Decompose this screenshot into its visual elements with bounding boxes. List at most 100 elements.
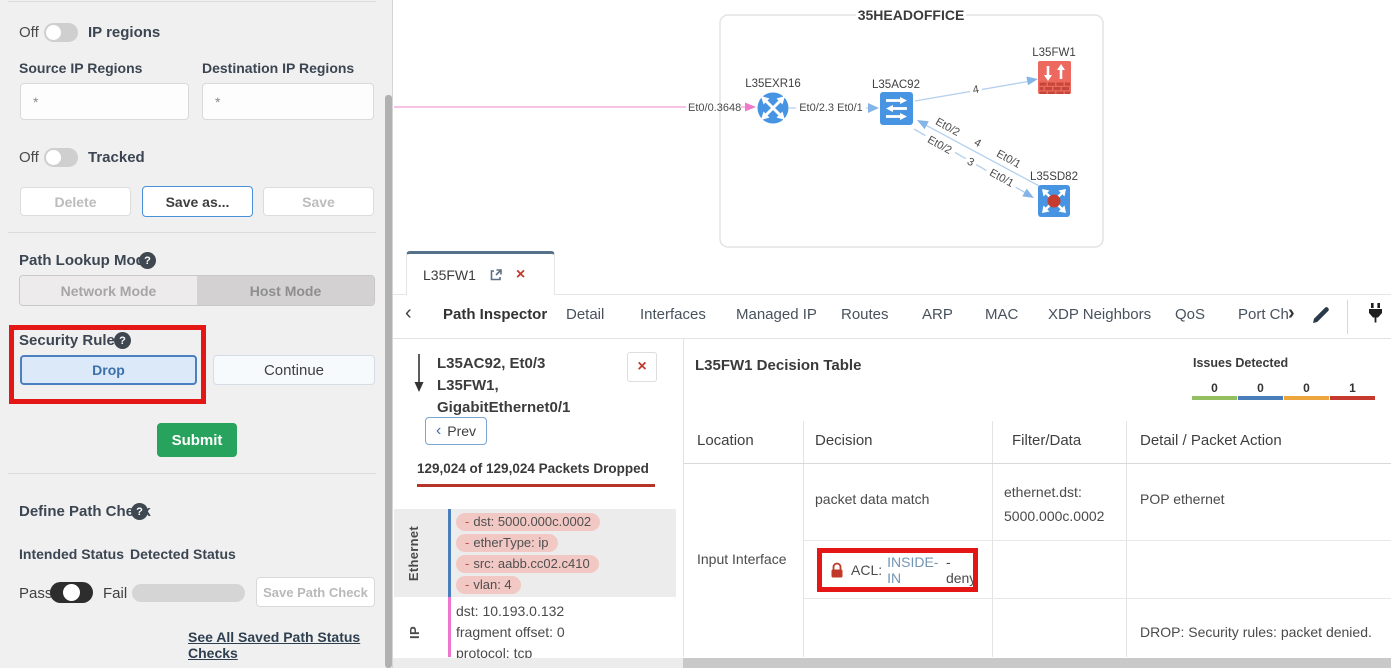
sidebar-divider-2 (8, 473, 376, 474)
header-bottom-border (684, 463, 1391, 464)
tab-interfaces[interactable]: Interfaces (640, 306, 706, 323)
submit-button[interactable]: Submit (157, 423, 237, 457)
security-rules-help-icon[interactable]: ? (114, 332, 131, 349)
host-mode-button[interactable]: Host Mode (197, 276, 374, 305)
intended-status-label: Intended Status (19, 546, 124, 562)
diff-marker: - (465, 535, 469, 550)
define-path-check-help-icon[interactable]: ? (131, 503, 148, 520)
acl-decision-cell: ACL: INSIDE-IN - deny (817, 548, 978, 592)
issue-bar-red (1330, 396, 1375, 400)
ip-regions-label: IP regions (88, 24, 160, 41)
pass-label: Pass (19, 585, 52, 602)
diff-marker: - (465, 556, 469, 571)
sidebar-scrollbar[interactable] (385, 95, 392, 668)
continue-button[interactable]: Continue (213, 355, 375, 385)
dest-ip-input[interactable] (202, 83, 374, 120)
tab-xdp-neighbors[interactable]: XDP Neighbors (1048, 306, 1151, 323)
device-firewall-icon[interactable] (1038, 61, 1071, 94)
tabs-scroll-left-icon[interactable]: ‹ (405, 302, 412, 325)
tab-detail[interactable]: Detail (566, 306, 604, 323)
ip-regions-toggle-state: Off (19, 24, 39, 41)
issues-detected-label: Issues Detected (1193, 356, 1288, 370)
col-divider-2 (992, 421, 993, 657)
tab-path-inspector[interactable]: Path Inspector (443, 306, 547, 323)
ethernet-field-dst: dst: 5000.000c.0002 (473, 514, 591, 529)
pass-fail-toggle[interactable] (50, 582, 93, 603)
detected-status-pill (132, 584, 245, 602)
device-tab[interactable]: L35FW1 × (406, 251, 555, 295)
prev-label: Prev (447, 423, 476, 439)
detected-status-label: Detected Status (130, 546, 236, 562)
device-tab-close-icon[interactable]: × (516, 268, 525, 282)
topology-canvas: 35HEADOFFICE Et0/0.3648 Et0/2.3 Et0/1 4 … (393, 0, 1391, 252)
column-header-filter: Filter/Data (1012, 432, 1081, 449)
tab-arp[interactable]: ARP (922, 306, 953, 323)
source-ip-input[interactable] (20, 83, 189, 120)
drop-button[interactable]: Drop (20, 355, 197, 385)
ethernet-section-label: Ethernet (407, 525, 422, 580)
tracked-label: Tracked (88, 149, 145, 166)
external-link-icon[interactable] (489, 268, 503, 282)
tracked-toggle[interactable] (44, 148, 78, 167)
tab-qos[interactable]: QoS (1175, 306, 1205, 323)
acl-prefix: ACL: (851, 562, 882, 578)
location-cell: Input Interface (697, 551, 787, 567)
save-path-check-button[interactable]: Save Path Check (256, 577, 375, 607)
save-as-button[interactable]: Save as... (142, 186, 253, 217)
issue-count-blue: 0 (1238, 381, 1283, 395)
connector-plug-icon[interactable] (1366, 303, 1386, 332)
ip-regions-toggle[interactable] (44, 23, 78, 42)
ip-field-dst: dst: 10.193.0.132 (456, 601, 565, 622)
device-sd-icon[interactable] (1038, 185, 1070, 217)
tab-mac[interactable]: MAC (985, 306, 1018, 323)
issue-bar-blue (1238, 396, 1283, 400)
ip-section-label: IP (406, 626, 421, 639)
diff-marker: - (465, 577, 469, 592)
path-lookup-help-icon[interactable]: ? (139, 252, 156, 269)
delete-button[interactable]: Delete (20, 187, 131, 216)
saved-path-checks-link[interactable]: See All Saved Path Status Checks (188, 629, 392, 661)
edit-tabs-pencil-icon[interactable] (1310, 304, 1332, 331)
device-router-icon[interactable] (758, 93, 789, 124)
issue-count-red: 1 (1330, 381, 1375, 395)
prev-chevron-icon: ‹ (436, 424, 441, 438)
row-divider-2 (804, 598, 1391, 599)
tabs-scroll-right-icon[interactable]: › (1288, 302, 1295, 325)
row-divider-1 (804, 540, 1391, 541)
ethernet-fields: -dst: 5000.000c.0002 -etherType: ip -src… (456, 513, 600, 597)
ethernet-section-bar (448, 509, 451, 597)
network-mode-button[interactable]: Network Mode (20, 276, 197, 305)
prev-button[interactable]: ‹ Prev (425, 417, 487, 445)
column-header-location: Location (697, 432, 754, 449)
path-lookup-segmented: Network Mode Host Mode (19, 275, 375, 306)
issue-bar-green (1192, 396, 1237, 400)
diff-marker: - (465, 514, 469, 529)
ip-fields: dst: 10.193.0.132 fragment offset: 0 pro… (456, 601, 565, 664)
detail-cell-1: POP ethernet (1140, 491, 1225, 507)
column-header-detail: Detail / Packet Action (1140, 432, 1282, 449)
ip-section-label-wrap: IP (394, 607, 434, 657)
device-switch-label[interactable]: L35AC92 (872, 79, 920, 91)
site-title: 35HEADOFFICE (858, 7, 965, 23)
hop-close-button[interactable]: × (627, 352, 657, 382)
acl-link[interactable]: INSIDE-IN (887, 554, 941, 586)
device-switch-icon[interactable] (880, 92, 913, 125)
save-button[interactable]: Save (263, 187, 374, 216)
tab-managed-ip[interactable]: Managed IP (736, 306, 817, 323)
device-router-label[interactable]: L35EXR16 (745, 78, 801, 90)
device-sd-label[interactable]: L35SD82 (1030, 171, 1078, 183)
ethernet-field-pill: -dst: 5000.000c.0002 (456, 513, 600, 531)
hop-from: L35AC92, Et0/3 (437, 353, 622, 375)
tab-routes[interactable]: Routes (841, 306, 889, 323)
ethernet-section: Ethernet -dst: 5000.000c.0002 -etherType… (394, 509, 676, 597)
packets-dropped-text: 129,024 of 129,024 Packets Dropped (417, 461, 649, 476)
device-firewall-label[interactable]: L35FW1 (1032, 47, 1075, 59)
bottom-scrollbar-thumb[interactable] (683, 658, 1391, 668)
ip-field-fragment: fragment offset: 0 (456, 622, 565, 643)
decision-table-panel: L35FW1 Decision Table Issues Detected 0 … (684, 339, 1391, 657)
packets-dropped-bar (417, 484, 655, 487)
path-lookup-label: Path Lookup Mode (19, 252, 153, 269)
ethernet-field-ethertype: etherType: ip (473, 535, 548, 550)
hop-to: L35FW1, GigabitEthernet0/1 (437, 375, 622, 419)
tab-port-channels[interactable]: Port Cha (1238, 306, 1288, 323)
